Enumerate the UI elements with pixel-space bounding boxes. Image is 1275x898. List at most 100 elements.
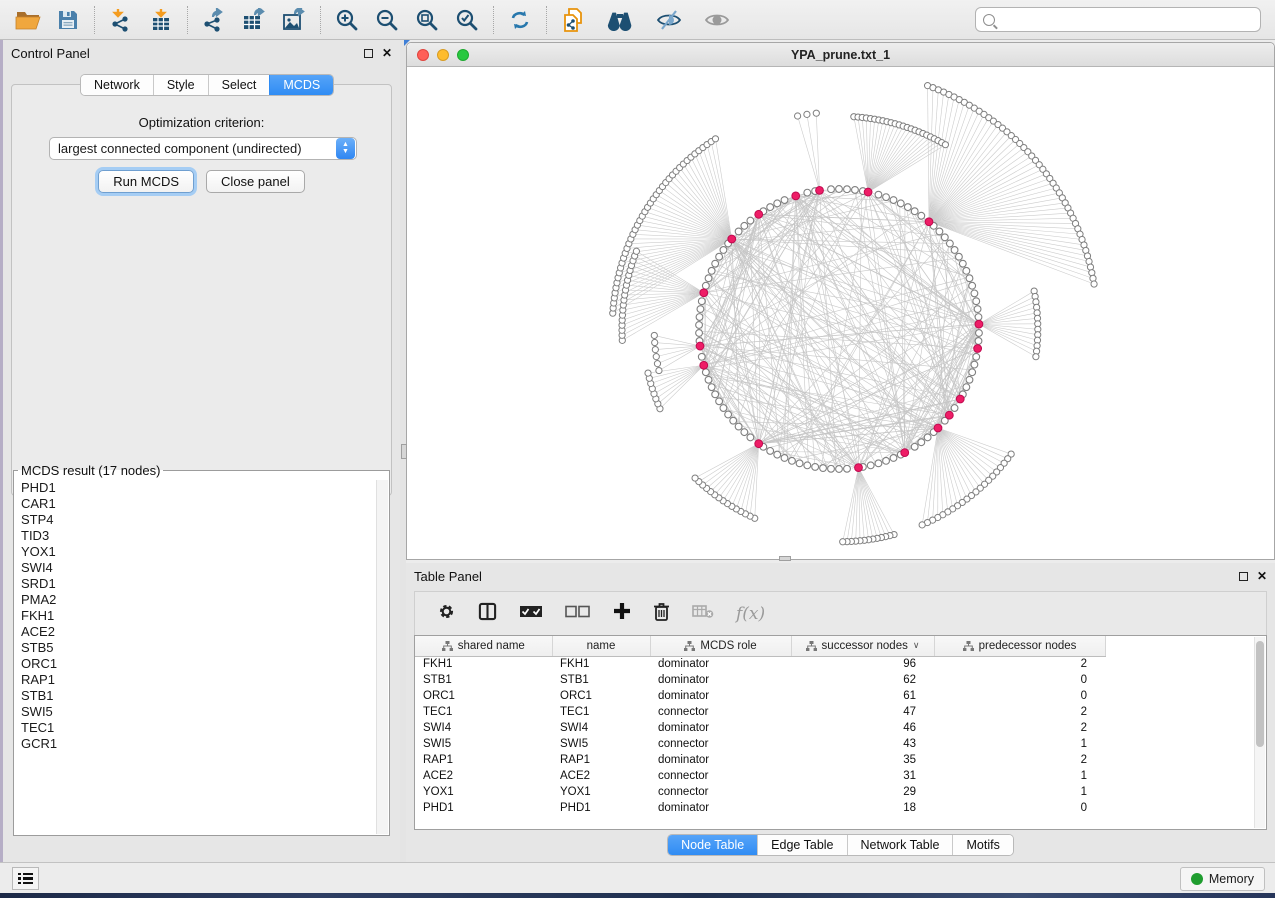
delete-column-button[interactable]: [653, 602, 670, 626]
graph-leaf-node[interactable]: [712, 136, 718, 142]
graph-hub-node[interactable]: [956, 395, 964, 403]
graph-node[interactable]: [705, 275, 712, 282]
splitter-grip[interactable]: [779, 556, 791, 561]
memory-button[interactable]: Memory: [1180, 867, 1265, 891]
table-cell[interactable]: connector: [650, 736, 791, 752]
graph-node[interactable]: [774, 200, 781, 207]
table-cell[interactable]: 31: [791, 768, 934, 784]
table-cell[interactable]: 2: [934, 656, 1105, 672]
graph-node[interactable]: [946, 240, 953, 247]
table-cell[interactable]: TEC1: [415, 704, 552, 720]
graph-node[interactable]: [702, 369, 709, 376]
graph-node[interactable]: [974, 306, 981, 313]
node-layer[interactable]: [610, 83, 1098, 545]
graph-leaf-node[interactable]: [919, 522, 925, 528]
tab-network[interactable]: Network: [81, 75, 153, 95]
mcds-result-item[interactable]: STB1: [15, 688, 376, 704]
network-graph[interactable]: [407, 67, 1274, 559]
table-cell[interactable]: connector: [650, 768, 791, 784]
table-cell[interactable]: dominator: [650, 752, 791, 768]
graph-hub-node[interactable]: [755, 210, 763, 218]
graph-node[interactable]: [812, 464, 819, 471]
graph-node[interactable]: [698, 298, 705, 305]
graph-node[interactable]: [963, 384, 970, 391]
import-table-button[interactable]: [141, 4, 181, 36]
table-cell[interactable]: 0: [934, 800, 1105, 816]
table-cell[interactable]: PHD1: [552, 800, 650, 816]
table-row[interactable]: ACE2ACE2connector311: [415, 768, 1105, 784]
table-cell[interactable]: TEC1: [552, 704, 650, 720]
graph-node[interactable]: [820, 465, 827, 472]
table-cell[interactable]: FKH1: [415, 656, 552, 672]
add-column-button[interactable]: [613, 602, 631, 625]
graph-hub-node[interactable]: [974, 345, 982, 353]
graph-node[interactable]: [696, 314, 703, 321]
graph-node[interactable]: [951, 405, 958, 412]
mcds-result-item[interactable]: PMA2: [15, 592, 376, 608]
graph-node[interactable]: [696, 322, 703, 329]
graph-node[interactable]: [844, 465, 851, 472]
graph-node[interactable]: [702, 282, 709, 289]
graph-node[interactable]: [767, 204, 774, 211]
graph-node[interactable]: [712, 391, 719, 398]
table-cell[interactable]: 43: [791, 736, 934, 752]
function-builder-button[interactable]: f(x): [736, 604, 765, 624]
graph-node[interactable]: [705, 376, 712, 383]
graph-node[interactable]: [955, 253, 962, 260]
graph-node[interactable]: [976, 330, 983, 337]
table-row[interactable]: ORC1ORC1dominator610: [415, 688, 1105, 704]
table-cell[interactable]: 0: [934, 672, 1105, 688]
mcds-result-item[interactable]: SWI5: [15, 704, 376, 720]
graph-node[interactable]: [966, 275, 973, 282]
graph-hub-node[interactable]: [864, 188, 872, 196]
graph-node[interactable]: [971, 290, 978, 297]
float-panel-icon[interactable]: [1239, 572, 1248, 581]
graph-leaf-node[interactable]: [1033, 354, 1039, 360]
clone-network-button[interactable]: [553, 4, 593, 36]
table-cell[interactable]: 96: [791, 656, 934, 672]
table-cell[interactable]: dominator: [650, 720, 791, 736]
table-cell[interactable]: 61: [791, 688, 934, 704]
graph-node[interactable]: [796, 460, 803, 467]
table-cell[interactable]: STB1: [552, 672, 650, 688]
graph-node[interactable]: [828, 465, 835, 472]
table-cell[interactable]: SWI4: [415, 720, 552, 736]
graph-hub-node[interactable]: [934, 424, 942, 432]
table-row[interactable]: SWI4SWI4dominator462: [415, 720, 1105, 736]
graph-node[interactable]: [890, 455, 897, 462]
table-cell[interactable]: PHD1: [415, 800, 552, 816]
graph-leaf-node[interactable]: [653, 354, 659, 360]
mcds-result-item[interactable]: SWI4: [15, 560, 376, 576]
graph-hub-node[interactable]: [925, 218, 933, 226]
graph-node[interactable]: [875, 191, 882, 198]
mcds-result-item[interactable]: TEC1: [15, 720, 376, 736]
column-header-successor-nodes[interactable]: successor nodes ∨: [791, 636, 934, 656]
graph-node[interactable]: [720, 247, 727, 254]
table-cell[interactable]: 2: [934, 752, 1105, 768]
float-panel-icon[interactable]: [364, 49, 373, 58]
graph-node[interactable]: [844, 186, 851, 193]
graph-leaf-node[interactable]: [651, 332, 657, 338]
tab-mcds[interactable]: MCDS: [269, 75, 333, 95]
network-canvas[interactable]: [407, 67, 1274, 559]
table-cell[interactable]: SWI5: [552, 736, 650, 752]
tab-edge-table[interactable]: Edge Table: [757, 835, 846, 855]
table-row[interactable]: PHD1PHD1dominator180: [415, 800, 1105, 816]
mcds-result-item[interactable]: STP4: [15, 512, 376, 528]
graph-leaf-node[interactable]: [840, 539, 846, 545]
table-cell[interactable]: 62: [791, 672, 934, 688]
graph-hub-node[interactable]: [696, 342, 704, 350]
graph-hub-node[interactable]: [792, 192, 800, 200]
table-cell[interactable]: ORC1: [552, 688, 650, 704]
table-row[interactable]: STB1STB1dominator620: [415, 672, 1105, 688]
show-all-columns-button[interactable]: [519, 604, 543, 624]
tab-motifs[interactable]: Motifs: [952, 835, 1012, 855]
graph-leaf-node[interactable]: [813, 110, 819, 116]
tab-select[interactable]: Select: [208, 75, 270, 95]
table-row[interactable]: SWI5SWI5connector431: [415, 736, 1105, 752]
fan-edge-layer[interactable]: [613, 86, 1094, 542]
column-header-name[interactable]: name: [552, 636, 650, 656]
graph-node[interactable]: [918, 439, 925, 446]
mcds-result-item[interactable]: TID3: [15, 528, 376, 544]
graph-node[interactable]: [747, 434, 754, 441]
